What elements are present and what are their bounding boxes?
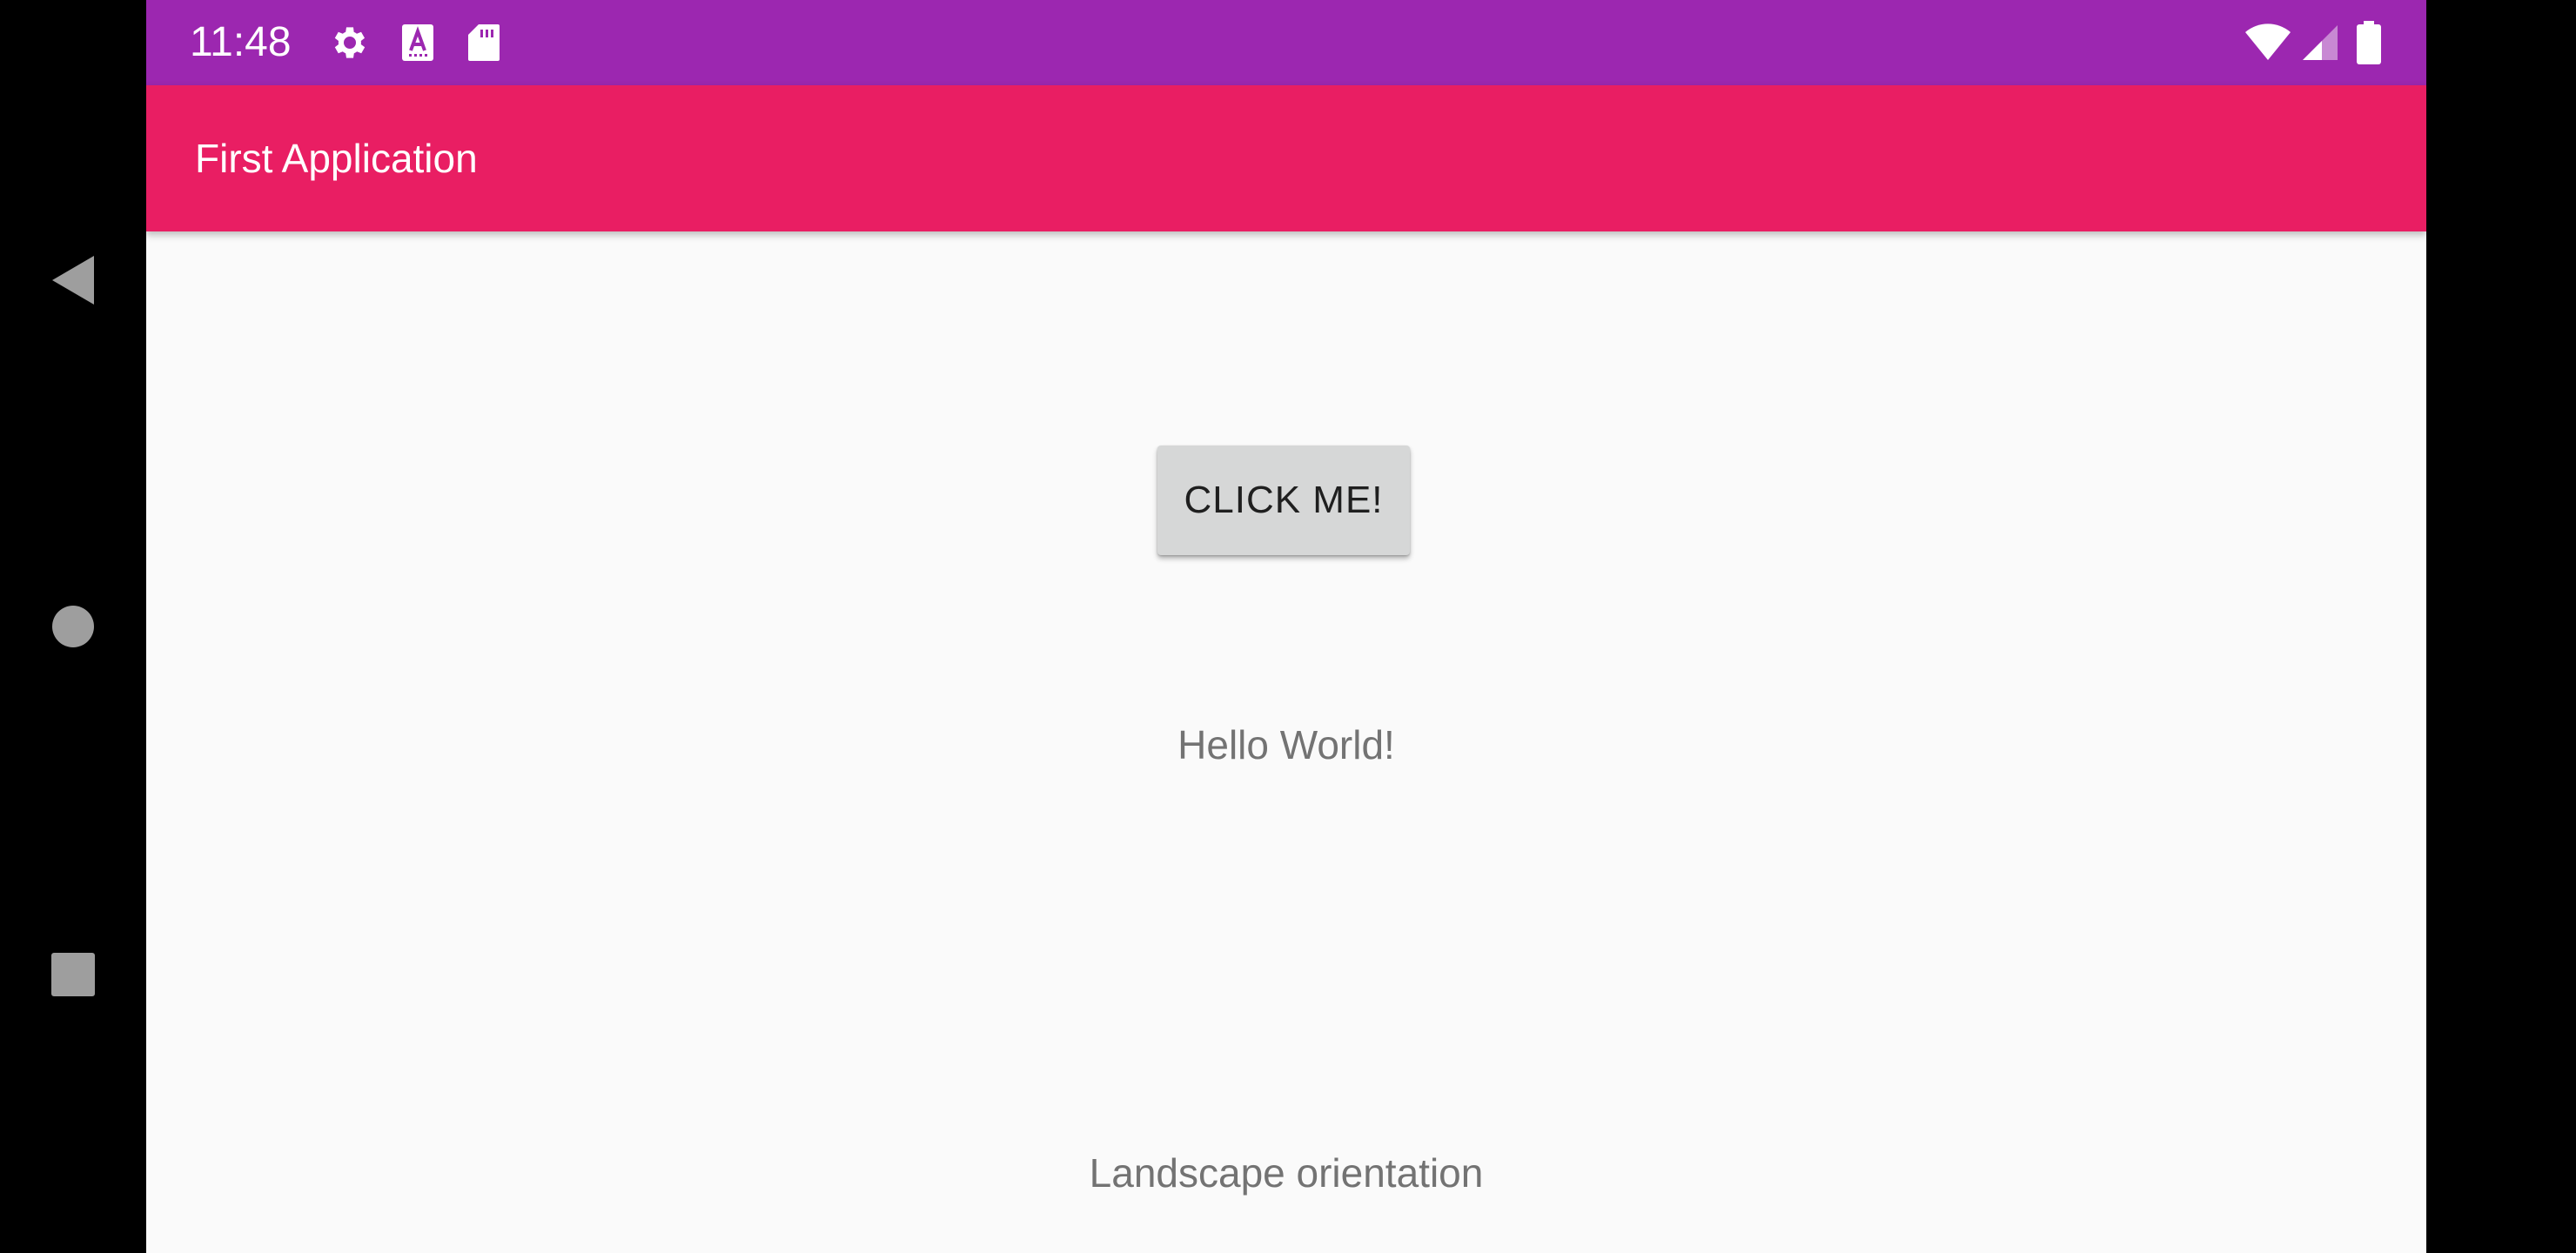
gear-icon	[329, 21, 371, 64]
orientation-text: Landscape orientation	[1089, 1150, 1484, 1196]
recents-button[interactable]	[0, 901, 146, 1048]
navigation-bar	[0, 0, 146, 1253]
click-me-button[interactable]: CLICK ME!	[1157, 446, 1410, 555]
back-button[interactable]	[0, 207, 146, 353]
battery-icon	[2357, 21, 2381, 64]
sd-card-icon	[466, 21, 501, 64]
app-screen: 11:48 First Application CLICK ME! Hello …	[146, 0, 2426, 1253]
hello-world-text: Hello World!	[1177, 722, 1395, 767]
status-bar: 11:48	[146, 0, 2426, 85]
recents-icon	[51, 953, 95, 996]
wifi-icon	[2244, 21, 2292, 64]
click-me-button-label: CLICK ME!	[1184, 479, 1384, 521]
status-time: 11:48	[190, 19, 292, 65]
keyboard-a-icon	[400, 21, 435, 64]
app-title: First Application	[195, 136, 478, 181]
home-icon	[52, 606, 94, 647]
cell-signal-icon	[2301, 21, 2339, 64]
home-button[interactable]	[0, 553, 146, 700]
back-icon	[52, 256, 94, 305]
app-bar: First Application	[146, 85, 2426, 231]
